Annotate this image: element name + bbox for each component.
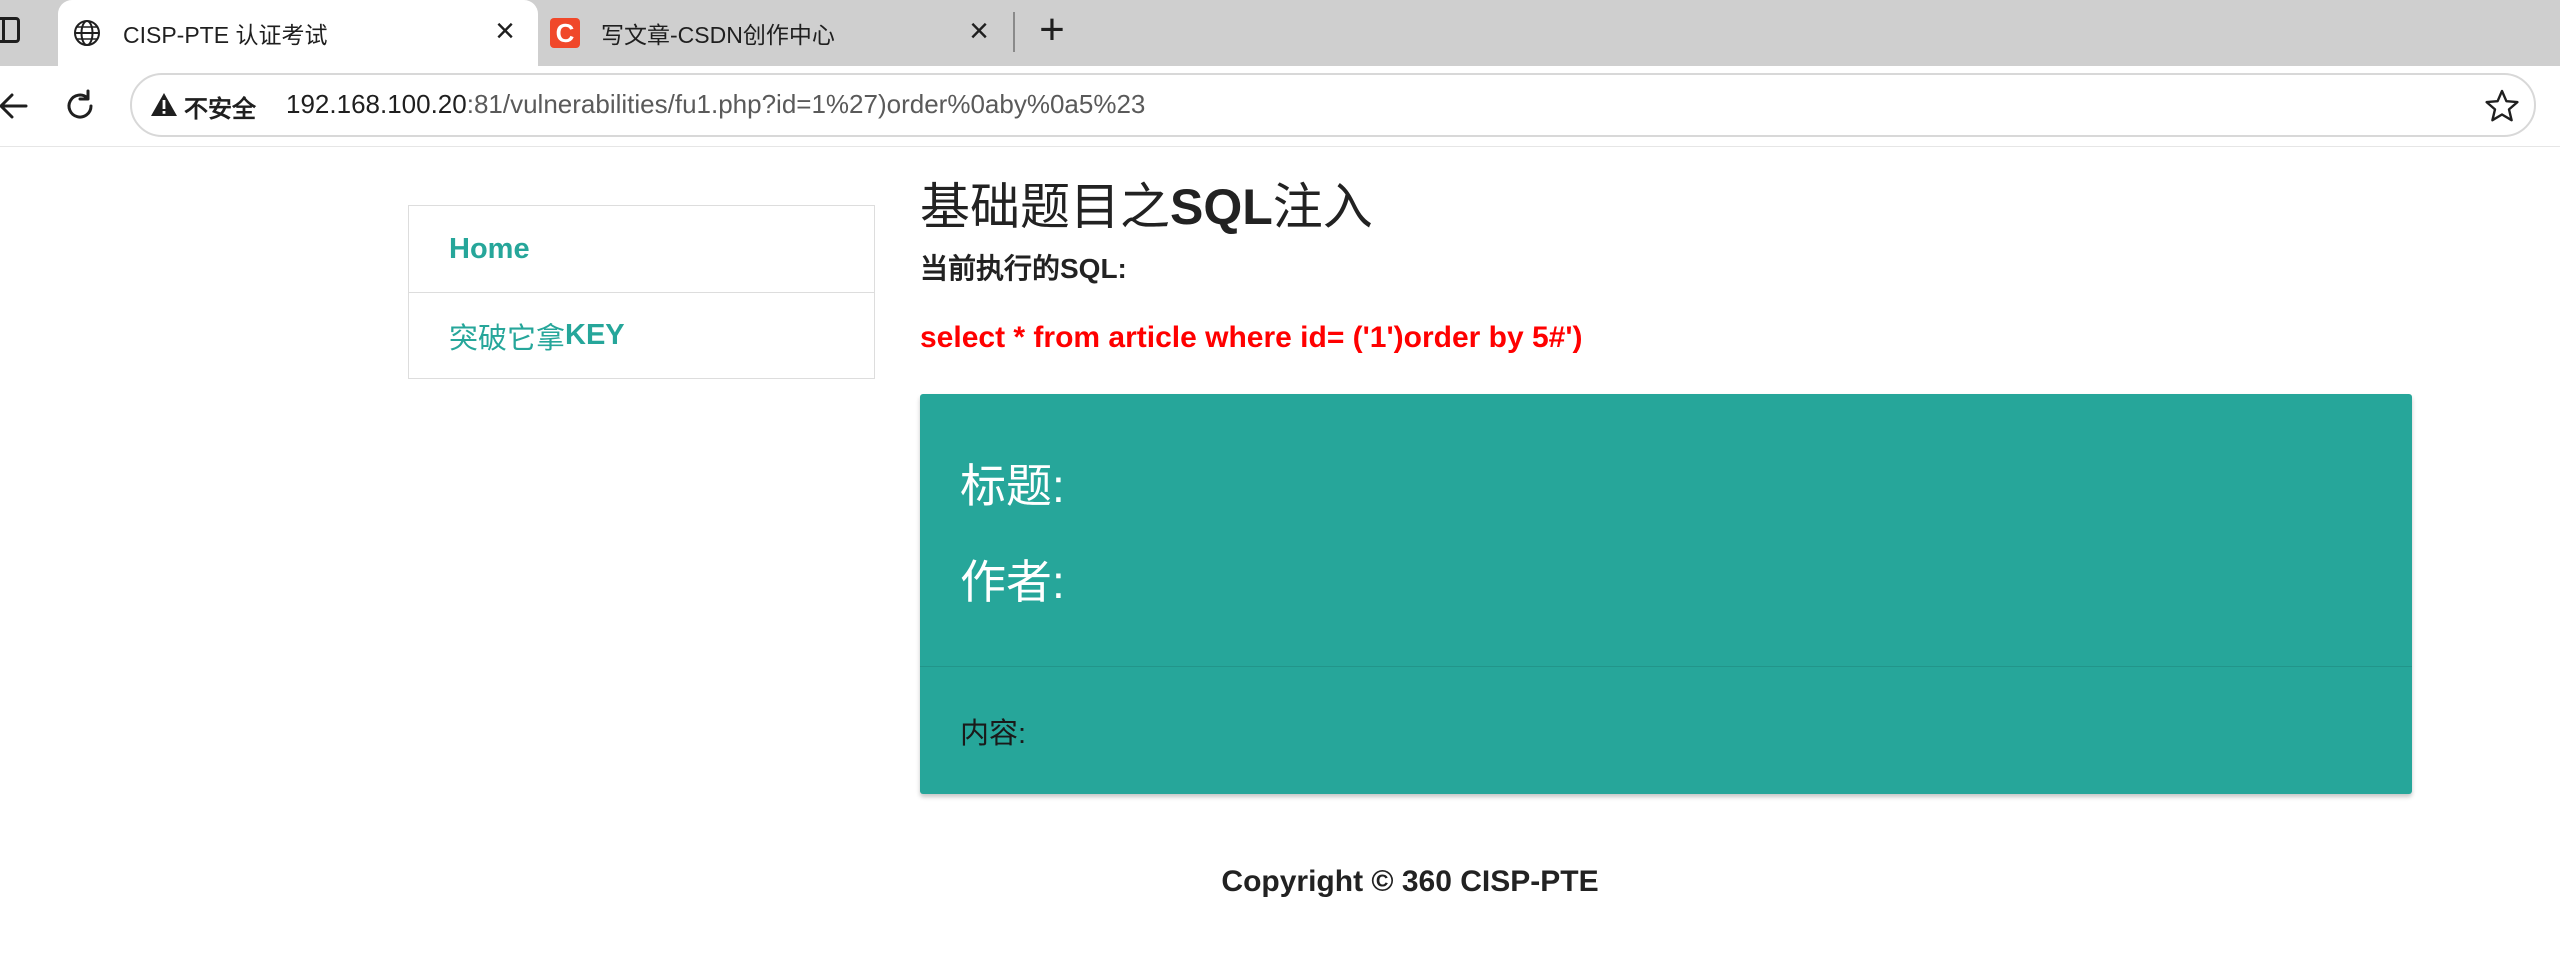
sql-query-text: select * from article where id= ('1')ord… xyxy=(920,321,1583,354)
tab-actions-icon[interactable] xyxy=(0,17,20,43)
sql-caption: 当前执行的SQL: xyxy=(920,253,1127,284)
card-content: 标题: 作者: xyxy=(920,394,2412,667)
sidebar-item-label: 突破它拿 xyxy=(449,322,566,355)
tab-title: 写文章-CSDN创作中心 xyxy=(601,22,835,48)
close-tab-icon[interactable]: × xyxy=(488,14,522,48)
browser-tab-bar: CISP-PTE 认证考试 × C 写文章-CSDN创作中心 × + xyxy=(0,0,2560,66)
page-content: Home 突破它拿 KEY 基础题目之SQL注入 当前执行的SQL: select… xyxy=(0,147,2560,958)
favorite-star-icon[interactable] xyxy=(2484,88,2520,124)
url-text[interactable]: 192.168.100.20:81/vulnerabilities/fu1.ph… xyxy=(286,89,1145,120)
title-prefix: 基础题目之 xyxy=(920,179,1170,235)
footer-copyright: Copyright © 360 CISP-PTE xyxy=(1221,865,1599,898)
url-path: :81/vulnerabilities/fu1.php?id=1%27)orde… xyxy=(466,89,1146,119)
new-tab-button[interactable]: + xyxy=(1032,8,1072,52)
title-suffix: 注入 xyxy=(1272,179,1373,235)
address-bar[interactable]: 不安全 192.168.100.20:81/vulnerabilities/fu… xyxy=(130,73,2536,137)
back-arrow-icon[interactable] xyxy=(0,86,32,126)
article-content-label: 内容: xyxy=(960,718,1027,750)
close-tab-icon[interactable]: × xyxy=(962,14,996,48)
article-card: 标题: 作者: 内容: xyxy=(920,394,2412,794)
warning-triangle-icon[interactable] xyxy=(150,91,178,119)
article-author-label: 作者: xyxy=(960,556,1065,608)
browser-toolbar: 不安全 192.168.100.20:81/vulnerabilities/fu… xyxy=(0,66,2560,147)
globe-icon xyxy=(74,20,100,46)
article-title-label: 标题: xyxy=(960,460,1065,512)
sidebar-nav: Home 突破它拿 KEY xyxy=(408,205,875,379)
sidebar-item-get-key[interactable]: 突破它拿 KEY xyxy=(409,292,874,378)
tab-cisp-pte[interactable]: CISP-PTE 认证考试 × xyxy=(58,0,538,66)
url-host: 192.168.100.20 xyxy=(286,89,467,119)
tab-title: CISP-PTE 认证考试 xyxy=(123,22,328,48)
sidebar-item-home[interactable]: Home xyxy=(409,206,874,292)
tab-csdn[interactable]: C 写文章-CSDN创作中心 × xyxy=(538,0,1013,66)
page-title: 基础题目之SQL注入 xyxy=(920,167,1373,239)
reload-icon[interactable] xyxy=(60,86,100,126)
csdn-c-icon: C xyxy=(550,18,580,48)
title-strong: SQL xyxy=(1170,179,1273,235)
sidebar-item-label-strong: KEY xyxy=(565,319,625,351)
tab-divider xyxy=(1013,12,1015,52)
not-secure-label[interactable]: 不安全 xyxy=(184,89,256,124)
